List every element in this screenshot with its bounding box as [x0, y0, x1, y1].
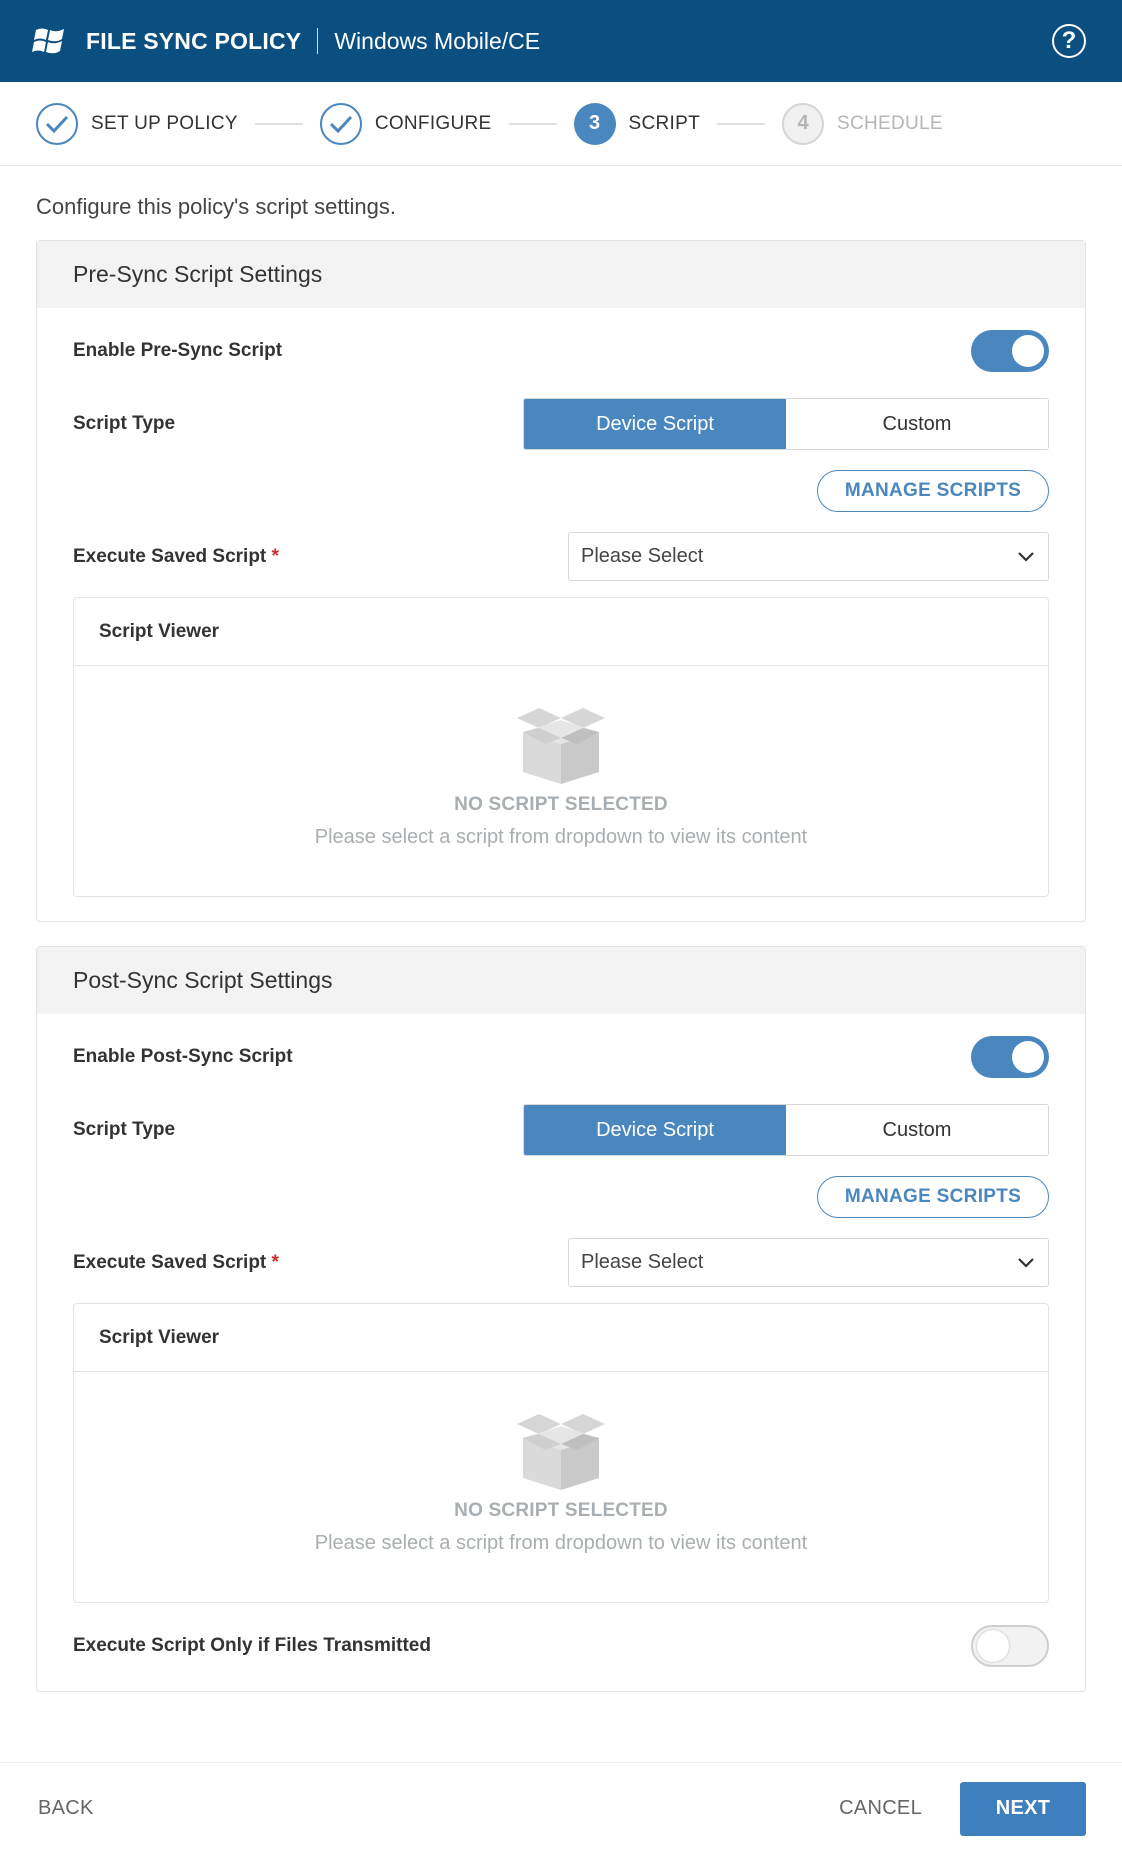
card-title: Post-Sync Script Settings — [37, 947, 1085, 1014]
script-type-segmented: Device Script Custom — [523, 1104, 1049, 1156]
cancel-button[interactable]: CANCEL — [839, 1797, 922, 1820]
app-header: FILE SYNC POLICY Windows Mobile/CE ? — [0, 0, 1122, 82]
step-configure[interactable]: CONFIGURE — [319, 102, 492, 145]
script-viewer-empty: NO SCRIPT SELECTED Please select a scrip… — [74, 666, 1048, 896]
script-viewer: Script Viewer NO SCRIPT SELECTED Please … — [73, 1303, 1049, 1603]
step-label: SET UP POLICY — [91, 112, 238, 134]
empty-box-icon — [517, 1414, 605, 1490]
back-button[interactable]: BACK — [38, 1797, 94, 1820]
step-schedule[interactable]: 4 SCHEDULE — [782, 102, 943, 145]
card-title: Pre-Sync Script Settings — [37, 241, 1085, 308]
enable-post-sync-label: Enable Post-Sync Script — [73, 1046, 293, 1067]
empty-subtitle: Please select a script from dropdown to … — [314, 1532, 808, 1554]
step-number: 3 — [573, 102, 616, 145]
empty-subtitle: Please select a script from dropdown to … — [314, 826, 808, 848]
execute-saved-script-label: Execute Saved Script * — [73, 1251, 279, 1273]
script-viewer-title: Script Viewer — [74, 598, 1048, 666]
enable-pre-sync-label: Enable Pre-Sync Script — [73, 340, 283, 361]
question-circle-icon[interactable]: ? — [1052, 24, 1086, 58]
select-value: Please Select — [581, 545, 704, 567]
device-script-option[interactable]: Device Script — [524, 1105, 786, 1155]
windows-logo-icon — [32, 28, 64, 54]
wizard-stepper: SET UP POLICY CONFIGURE 3 SCRIPT 4 SCHED… — [0, 82, 1122, 166]
step-number: 4 — [782, 102, 824, 145]
step-connector — [508, 122, 557, 125]
enable-pre-sync-toggle[interactable] — [971, 330, 1049, 372]
execute-saved-script-label: Execute Saved Script * — [73, 545, 279, 567]
saved-script-select[interactable]: Please Select — [568, 532, 1049, 581]
enable-post-sync-toggle[interactable] — [971, 1036, 1049, 1078]
next-button[interactable]: NEXT — [960, 1781, 1086, 1836]
checkmark-icon — [319, 102, 362, 145]
script-viewer-empty: NO SCRIPT SELECTED Please select a scrip… — [74, 1372, 1048, 1602]
manage-scripts-button[interactable]: MANAGE SCRIPTS — [817, 1176, 1049, 1218]
checkmark-icon — [36, 102, 78, 145]
intro-text: Configure this policy's script settings. — [36, 194, 397, 219]
post-sync-card: Post-Sync Script Settings Enable Post-Sy… — [36, 946, 1086, 1692]
wizard-footer: BACK CANCEL NEXT — [0, 1762, 1122, 1854]
script-type-label: Script Type — [73, 1119, 176, 1140]
script-viewer-title: Script Viewer — [74, 1304, 1048, 1372]
platform-subtitle: Windows Mobile/CE — [334, 27, 541, 54]
device-script-option[interactable]: Device Script — [524, 399, 786, 449]
script-type-label: Script Type — [73, 413, 176, 434]
step-connector — [254, 122, 303, 125]
empty-box-icon — [517, 708, 605, 784]
step-label: CONFIGURE — [374, 112, 492, 134]
title-divider — [317, 28, 319, 54]
script-viewer: Script Viewer NO SCRIPT SELECTED Please … — [73, 597, 1049, 897]
chevron-down-icon — [1018, 551, 1034, 562]
files-transmitted-toggle[interactable] — [971, 1625, 1049, 1667]
empty-title: NO SCRIPT SELECTED — [454, 1500, 668, 1521]
saved-script-select[interactable]: Please Select — [568, 1238, 1049, 1287]
custom-option[interactable]: Custom — [786, 1105, 1048, 1155]
files-transmitted-label: Execute Script Only if Files Transmitted — [73, 1635, 431, 1656]
required-mark: * — [271, 1251, 279, 1273]
step-label: SCRIPT — [628, 112, 700, 134]
step-script[interactable]: 3 SCRIPT — [573, 102, 700, 145]
step-label: SCHEDULE — [837, 112, 943, 134]
required-mark: * — [271, 545, 279, 567]
chevron-down-icon — [1018, 1257, 1034, 1268]
step-connector — [717, 122, 765, 125]
manage-scripts-button[interactable]: MANAGE SCRIPTS — [817, 470, 1049, 512]
main-content: Configure this policy's script settings.… — [0, 194, 1122, 1692]
step-set-up-policy[interactable]: SET UP POLICY — [36, 102, 238, 145]
script-type-segmented: Device Script Custom — [523, 398, 1049, 450]
pre-sync-card: Pre-Sync Script Settings Enable Pre-Sync… — [36, 240, 1086, 922]
empty-title: NO SCRIPT SELECTED — [454, 794, 668, 815]
select-value: Please Select — [581, 1251, 704, 1273]
page-title: FILE SYNC POLICY — [86, 27, 302, 54]
custom-option[interactable]: Custom — [786, 399, 1048, 449]
